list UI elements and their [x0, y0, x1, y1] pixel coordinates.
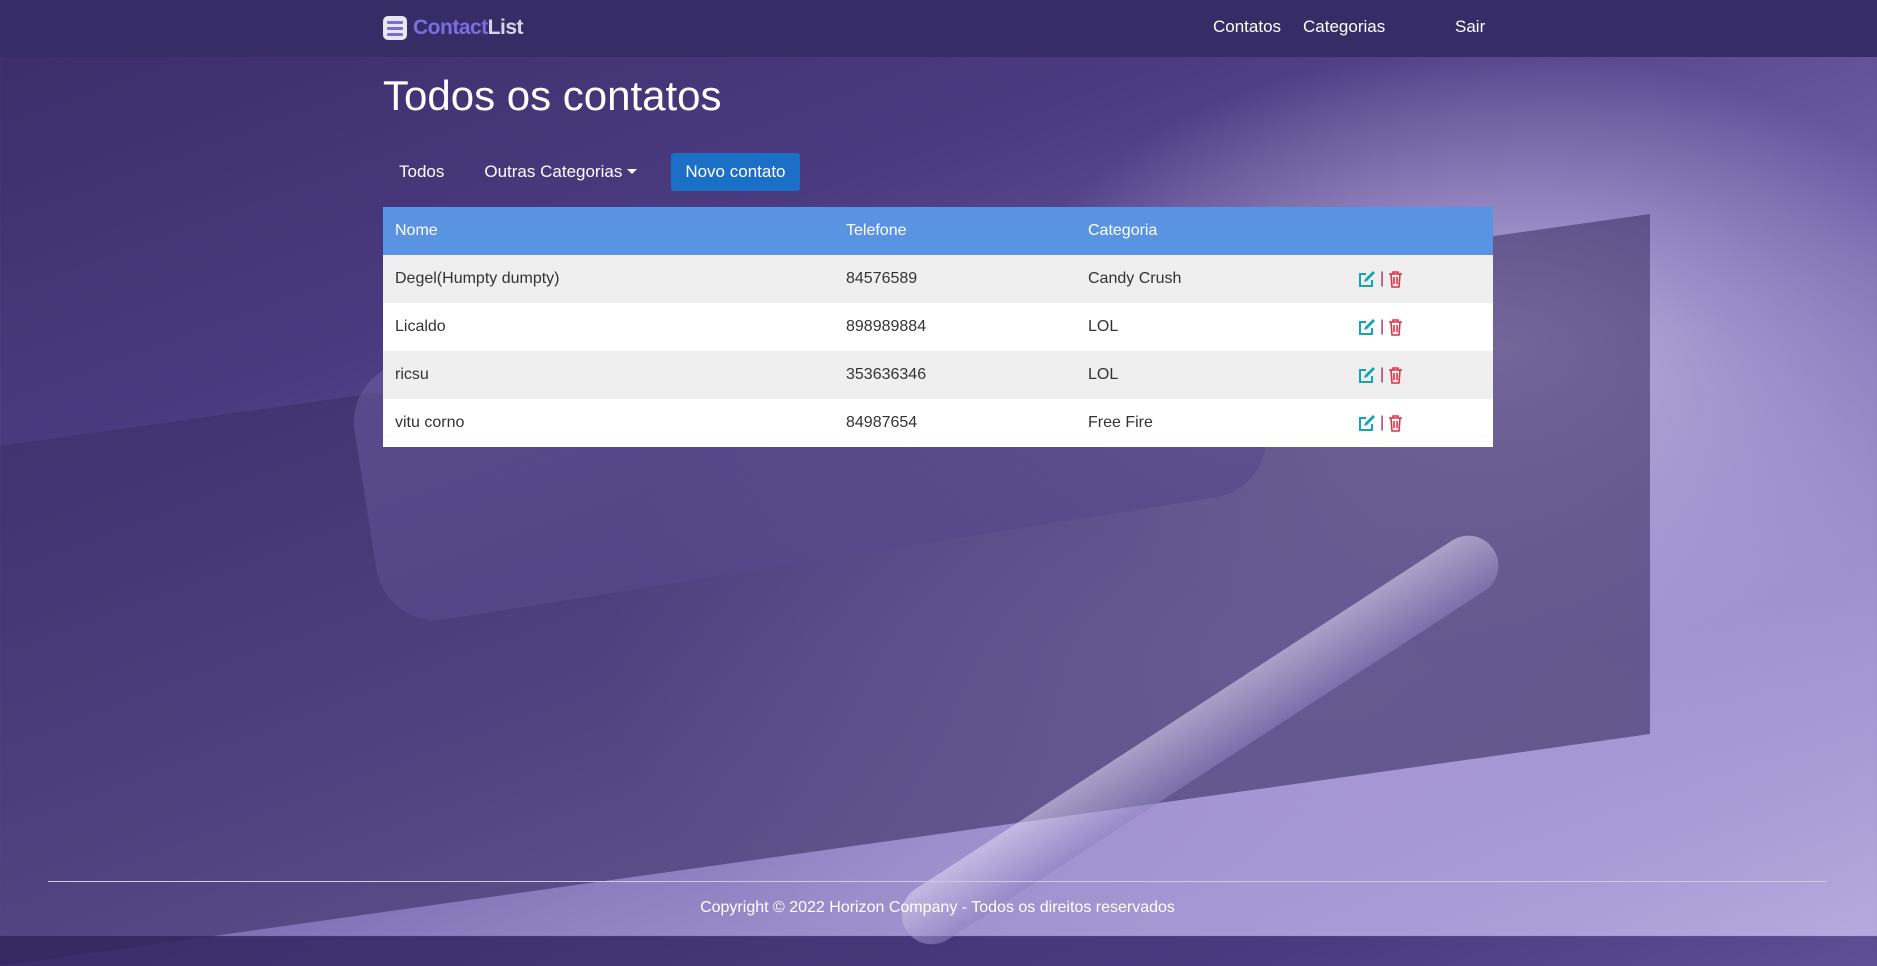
trash-icon[interactable]: [1388, 318, 1403, 336]
edit-icon[interactable]: [1358, 270, 1376, 288]
table-row: Licaldo 898989884 LOL |: [383, 303, 1493, 351]
contacts-table: Nome Telefone Categoria Degel(Humpty dum…: [383, 207, 1493, 447]
list-icon: [383, 16, 407, 40]
contact-name: Licaldo: [383, 303, 834, 351]
trash-icon[interactable]: [1388, 270, 1403, 288]
navbar: ContactList Contatos Categorias Sair: [0, 0, 1877, 57]
brand-part-1: Contact: [413, 16, 488, 39]
filter-label: Outras Categorias: [484, 162, 623, 181]
edit-icon[interactable]: [1358, 414, 1376, 432]
contact-category: Free Fire: [1076, 399, 1346, 447]
contact-name: ricsu: [383, 351, 834, 399]
contact-category: LOL: [1076, 303, 1346, 351]
contact-phone: 353636346: [834, 351, 1076, 399]
action-separator: |: [1380, 366, 1385, 383]
contact-phone: 84987654: [834, 399, 1076, 447]
col-categoria: Categoria: [1076, 207, 1346, 255]
brand-part-2: List: [487, 16, 524, 39]
filter-todos[interactable]: Todos: [383, 153, 460, 191]
col-telefone: Telefone: [834, 207, 1076, 255]
edit-icon[interactable]: [1358, 366, 1376, 384]
contact-name: vitu corno: [383, 399, 834, 447]
contact-category: Candy Crush: [1076, 255, 1346, 303]
action-separator: |: [1380, 318, 1385, 335]
nav-sair[interactable]: Sair: [1455, 17, 1485, 37]
contact-phone: 84576589: [834, 255, 1076, 303]
contact-name: Degel(Humpty dumpty): [383, 255, 834, 303]
contact-phone: 898989884: [834, 303, 1076, 351]
table-row: vitu corno 84987654 Free Fire |: [383, 399, 1493, 447]
trash-icon[interactable]: [1388, 366, 1403, 384]
col-nome: Nome: [383, 207, 834, 255]
new-contact-button[interactable]: Novo contato: [671, 153, 800, 191]
nav-contatos[interactable]: Contatos: [1213, 17, 1281, 37]
caret-down-icon: [627, 169, 638, 174]
action-separator: |: [1380, 414, 1385, 431]
footer: Copyright © 2022 Horizon Company - Todos…: [48, 881, 1827, 917]
edit-icon[interactable]: [1358, 318, 1376, 336]
page-title: Todos os contatos: [383, 72, 722, 119]
table-row: ricsu 353636346 LOL |: [383, 351, 1493, 399]
trash-icon[interactable]: [1388, 414, 1403, 432]
brand-logo[interactable]: ContactList: [383, 16, 524, 40]
table-row: Degel(Humpty dumpty) 84576589 Candy Crus…: [383, 255, 1493, 303]
contact-category: LOL: [1076, 351, 1346, 399]
nav-categorias[interactable]: Categorias: [1303, 17, 1385, 37]
copyright: Copyright © 2022 Horizon Company - Todos…: [700, 899, 1175, 916]
filter-outras-categorias[interactable]: Outras Categorias: [468, 153, 653, 191]
col-actions: [1346, 207, 1493, 255]
action-separator: |: [1380, 270, 1385, 287]
